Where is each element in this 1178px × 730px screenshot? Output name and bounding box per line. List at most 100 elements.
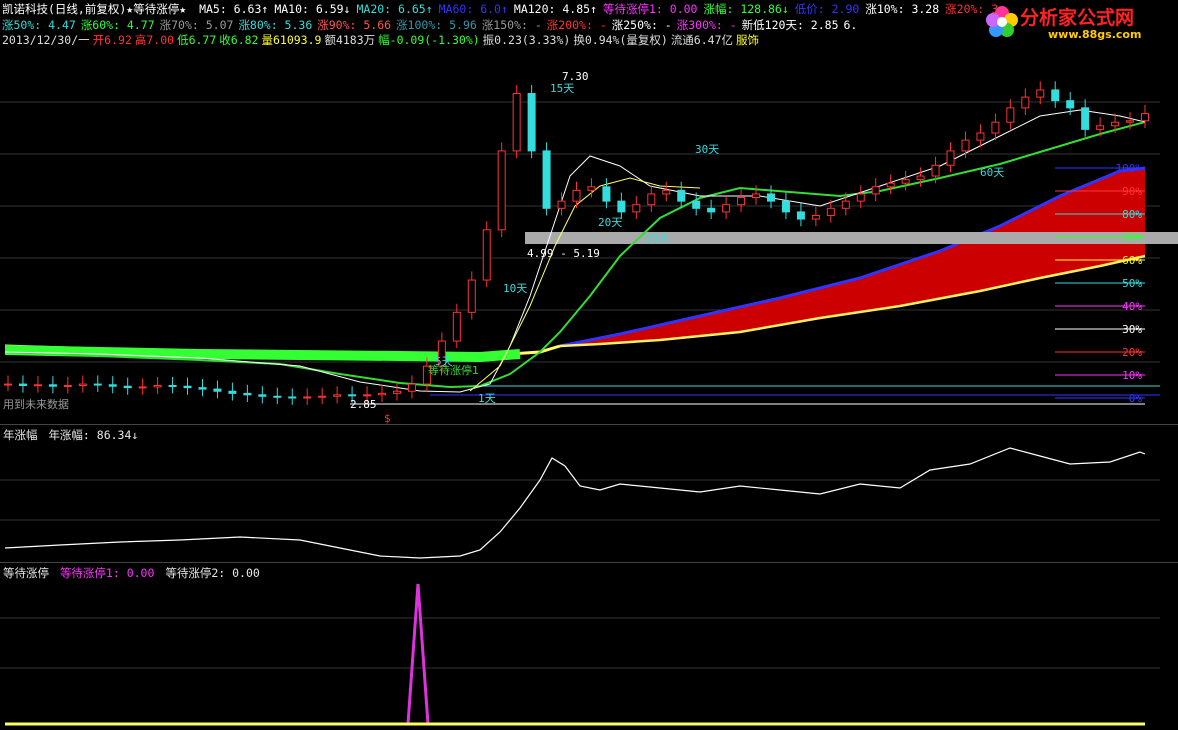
candle-body[interactable] xyxy=(826,207,835,216)
candle-body[interactable] xyxy=(1021,96,1030,109)
candle-body[interactable] xyxy=(722,204,731,213)
candle-body[interactable] xyxy=(901,179,910,184)
candle-body[interactable] xyxy=(4,383,12,386)
candle-body[interactable] xyxy=(602,186,611,202)
candle-body[interactable] xyxy=(108,384,117,387)
candle-body[interactable] xyxy=(497,150,506,231)
annual-gain-chart[interactable] xyxy=(0,440,1178,562)
candle-body[interactable] xyxy=(482,229,491,281)
candle-body[interactable] xyxy=(258,394,267,397)
candle-body[interactable] xyxy=(78,383,87,386)
candle-body[interactable] xyxy=(766,193,775,202)
candle-body[interactable] xyxy=(886,182,895,188)
candle-body[interactable] xyxy=(871,186,880,195)
candle-body[interactable] xyxy=(452,311,461,342)
candle-body[interactable] xyxy=(273,395,282,398)
site-logo[interactable]: 分析家公式网 www.88gs.com xyxy=(984,2,1172,42)
candle-body[interactable] xyxy=(707,207,716,213)
candle-body[interactable] xyxy=(138,386,147,389)
pct-level-label: 70% xyxy=(1122,231,1142,244)
candle-body[interactable] xyxy=(1066,100,1075,109)
pct-level-label: 40% xyxy=(1122,300,1142,313)
candle-body[interactable] xyxy=(557,200,566,209)
candle-body[interactable] xyxy=(916,175,925,181)
candle-body[interactable] xyxy=(931,164,940,177)
candle-body[interactable] xyxy=(692,200,701,209)
candle-body[interactable] xyxy=(1111,121,1120,127)
candle-body[interactable] xyxy=(33,384,42,387)
quote-item-2: 高7.00 xyxy=(134,33,175,47)
candle-body[interactable] xyxy=(856,193,865,202)
gain-level-item-3: 涨80%: 5.36 xyxy=(238,18,313,32)
candle-body[interactable] xyxy=(363,394,372,397)
candle-body[interactable] xyxy=(1081,107,1090,130)
candle-body[interactable] xyxy=(632,204,641,213)
ma-item-1: MA10: 6.59↓ xyxy=(274,2,351,16)
candle-body[interactable] xyxy=(407,383,416,392)
gain-level-item-5: 涨100%: 5.96 xyxy=(396,18,477,32)
candle-body[interactable] xyxy=(677,189,686,202)
flower-logo-icon: 分析家公式网 www.88gs.com xyxy=(986,6,1141,41)
candle-body[interactable] xyxy=(168,385,177,387)
candle-body[interactable] xyxy=(198,387,207,390)
candle-body[interactable] xyxy=(348,394,357,397)
candle-body[interactable] xyxy=(333,394,342,397)
candle-body[interactable] xyxy=(1126,120,1135,123)
gain-level-item-6: 涨150%: - xyxy=(481,18,542,32)
gain-level-item-0: 涨50%: 4.47 xyxy=(2,18,76,32)
quote-item-6: 额4183万 xyxy=(324,33,376,47)
label-20day: 20天 xyxy=(598,216,622,229)
candle-body[interactable] xyxy=(93,383,102,386)
candle-body[interactable] xyxy=(153,385,162,388)
price-chart[interactable]: 7.30 15天 30天 20天 25天 60天 10天 4.99 - 5.19… xyxy=(0,46,1178,424)
candle-body[interactable] xyxy=(243,392,252,396)
candle-body[interactable] xyxy=(587,186,596,191)
candle-body[interactable] xyxy=(378,392,387,396)
candle-body[interactable] xyxy=(841,200,850,209)
candle-body[interactable] xyxy=(946,150,955,166)
candle-body[interactable] xyxy=(1096,125,1105,130)
logo-url: www.88gs.com xyxy=(1048,28,1141,41)
candle-body[interactable] xyxy=(467,279,476,313)
range-band xyxy=(525,232,1178,244)
candle-body[interactable] xyxy=(123,385,132,389)
candle-body[interactable] xyxy=(811,214,820,220)
candle-body[interactable] xyxy=(392,390,401,394)
candle-body[interactable] xyxy=(752,193,761,199)
label-15day: 15天 xyxy=(550,82,574,95)
quote-item-7: 幅-0.09(-1.30%) xyxy=(378,33,480,47)
candle-body[interactable] xyxy=(48,384,57,387)
candle-body[interactable] xyxy=(662,189,671,195)
candle-body[interactable] xyxy=(303,396,312,399)
candle-body[interactable] xyxy=(1036,89,1045,98)
quote-item-10: 流通6.47亿 xyxy=(670,33,734,47)
candle-body[interactable] xyxy=(572,189,581,202)
panel-divider-1 xyxy=(0,424,1178,425)
candle-body[interactable] xyxy=(228,390,237,394)
candle-body[interactable] xyxy=(183,385,192,389)
quote-item-1: 开6.92 xyxy=(92,33,132,47)
candle-body[interactable] xyxy=(288,396,297,399)
candle-body[interactable] xyxy=(976,132,985,141)
ma-values: MA5: 6.63↑ MA10: 6.59↓ MA20: 6.65↑ MA60: 6.… xyxy=(199,2,1011,16)
panel-divider-2 xyxy=(0,562,1178,563)
candle-body[interactable] xyxy=(1051,89,1060,102)
candle-body[interactable] xyxy=(796,211,805,220)
candle-body[interactable] xyxy=(961,139,970,152)
candle-body[interactable] xyxy=(213,388,222,392)
ma-item-0: MA5: 6.63↑ xyxy=(199,2,269,16)
candle-body[interactable] xyxy=(647,193,656,206)
candle-body[interactable] xyxy=(1006,107,1015,123)
candle-body[interactable] xyxy=(18,383,27,386)
candle-body[interactable] xyxy=(527,93,536,152)
candle-body[interactable] xyxy=(1141,113,1149,122)
candle-body[interactable] xyxy=(318,395,327,398)
candle-body[interactable] xyxy=(781,200,790,213)
candle-body[interactable] xyxy=(991,121,1000,134)
candle-body[interactable] xyxy=(512,93,521,152)
candle-body[interactable] xyxy=(737,197,746,206)
candle-body[interactable] xyxy=(542,150,551,209)
candle-body[interactable] xyxy=(63,385,72,387)
wait-limit-chart[interactable] xyxy=(0,578,1178,730)
candle-body[interactable] xyxy=(617,200,626,213)
